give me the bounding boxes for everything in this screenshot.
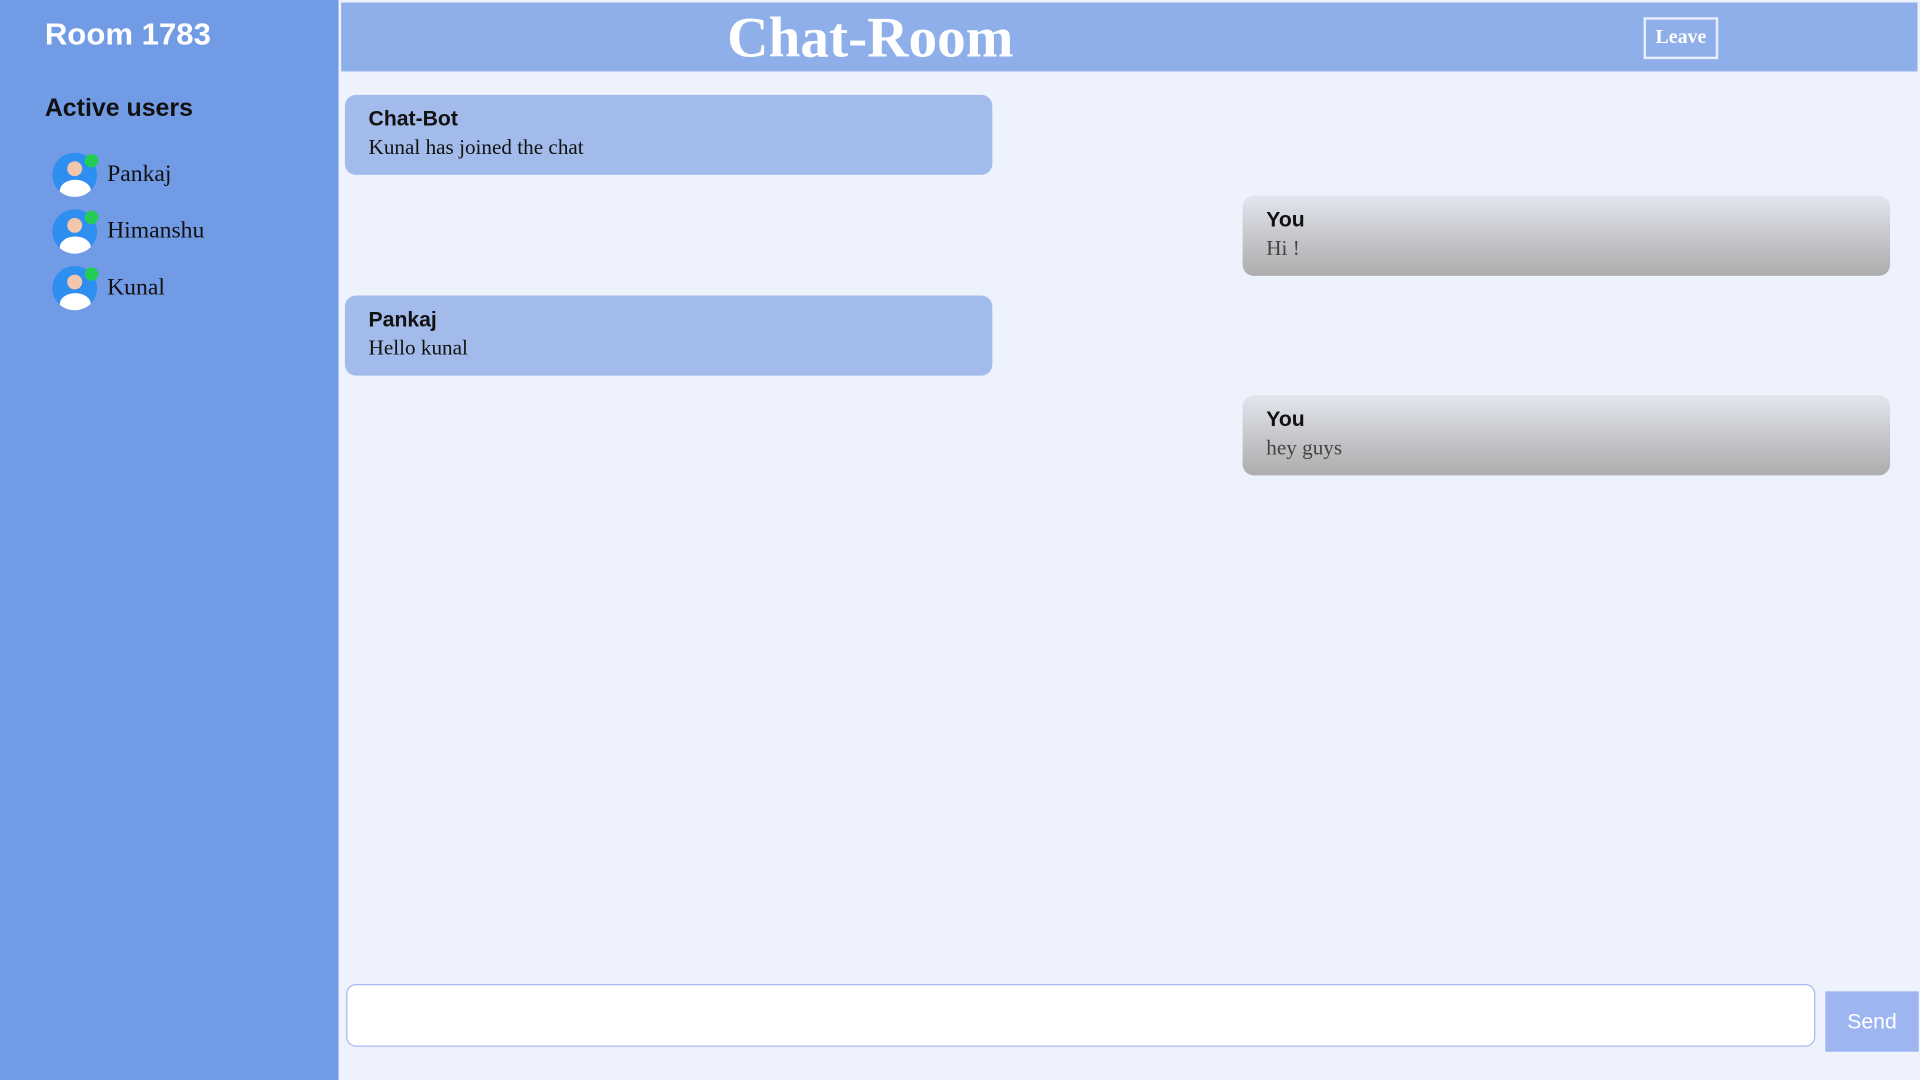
message-author: Chat-Bot [368,107,458,131]
active-users-list: Pankaj Himanshu Kunal [52,152,205,323]
user-name: Pankaj [107,161,172,188]
message-text: hey guys [1266,435,1343,460]
message-author: Pankaj [368,307,437,332]
message-text: Kunal has joined the chat [368,135,584,159]
room-title: Room 1783 [44,17,211,52]
chat-message: Pankaj Hello kunal [344,295,993,376]
chat-message-own: You hey guys [1242,395,1891,476]
chat-header: Chat-Room Leave [341,2,1918,72]
user-name: Himanshu [107,217,205,244]
active-user-item: Himanshu [52,209,205,254]
page-title: Chat-Room [727,6,1014,69]
chat-message: Chat-Bot Kunal has joined the chat [344,94,993,175]
user-name: Kunal [107,274,165,301]
message-text: Hi ! [1266,236,1300,260]
message-input[interactable] [346,983,1816,1047]
active-users-heading: Active users [44,94,193,122]
sidebar: Room 1783 Active users Pankaj Himanshu K… [0,0,339,1080]
active-user-item: Pankaj [52,152,204,198]
leave-button[interactable]: Leave [1643,17,1719,60]
online-status-icon [84,267,99,281]
chat-app: Room 1783 Active users Pankaj Himanshu K… [0,0,1920,1080]
message-author: You [1266,208,1305,232]
online-status-icon [84,210,99,225]
message-author: You [1266,407,1305,432]
send-button[interactable]: Send [1825,991,1919,1052]
online-status-icon [84,153,99,168]
active-user-item: Kunal [52,266,204,311]
chat-main: Chat-Room Leave Chat-Bot Kunal has joine… [338,0,1920,1080]
chat-message-own: You Hi ! [1242,195,1891,276]
message-text: Hello kunal [368,336,468,360]
